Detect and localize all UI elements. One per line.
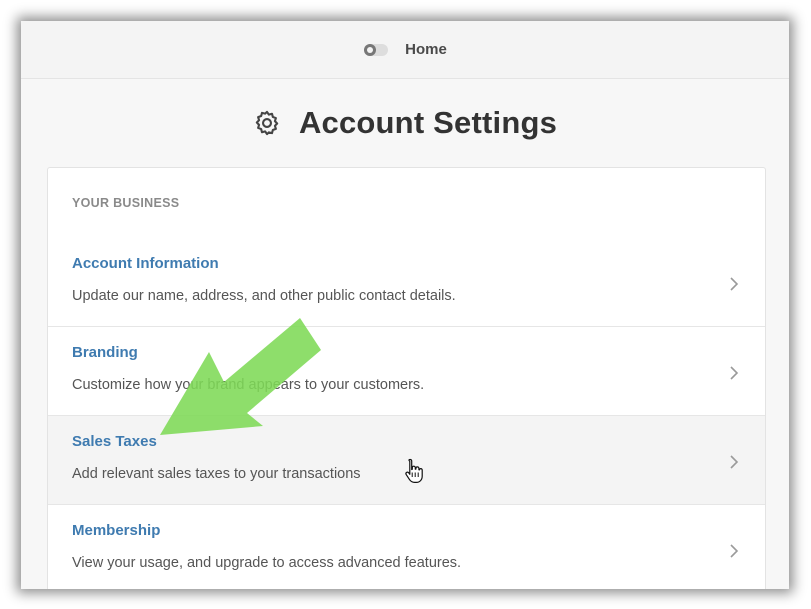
- settings-row-account-information[interactable]: Account Information Update our name, add…: [48, 238, 765, 326]
- page-title: Account Settings: [298, 105, 558, 140]
- row-description: Update our name, address, and other publ…: [72, 288, 456, 304]
- toggle-icon: [364, 43, 389, 56]
- row-title: Membership: [72, 522, 161, 539]
- row-description: View your usage, and upgrade to access a…: [72, 555, 462, 571]
- settings-row-branding[interactable]: Branding Customize how your brand appear…: [48, 326, 765, 415]
- settings-card: YOUR BUSINESS Account Information Update…: [47, 167, 766, 589]
- row-title: Sales Taxes: [72, 433, 157, 450]
- app-window: Home Account Settings YOUR BUSINESS Acco…: [21, 21, 789, 589]
- row-description: Add relevant sales taxes to your transac…: [72, 466, 361, 482]
- top-navigation-bar: Home: [21, 21, 789, 79]
- gear-icon: [255, 110, 279, 136]
- page-heading: Account Settings: [21, 101, 789, 145]
- row-title: Account Information: [72, 255, 219, 272]
- chevron-right-icon: [730, 455, 739, 469]
- home-link[interactable]: Home: [363, 41, 447, 58]
- home-label: Home: [405, 41, 447, 58]
- row-title: Branding: [72, 344, 138, 361]
- chevron-right-icon: [730, 366, 739, 380]
- section-label: YOUR BUSINESS: [72, 196, 180, 210]
- chevron-right-icon: [730, 277, 739, 291]
- settings-row-membership[interactable]: Membership View your usage, and upgrade …: [48, 504, 765, 589]
- chevron-right-icon: [730, 544, 739, 558]
- hand-pointer-icon: [405, 458, 423, 483]
- row-description: Customize how your brand appears to your…: [72, 377, 425, 393]
